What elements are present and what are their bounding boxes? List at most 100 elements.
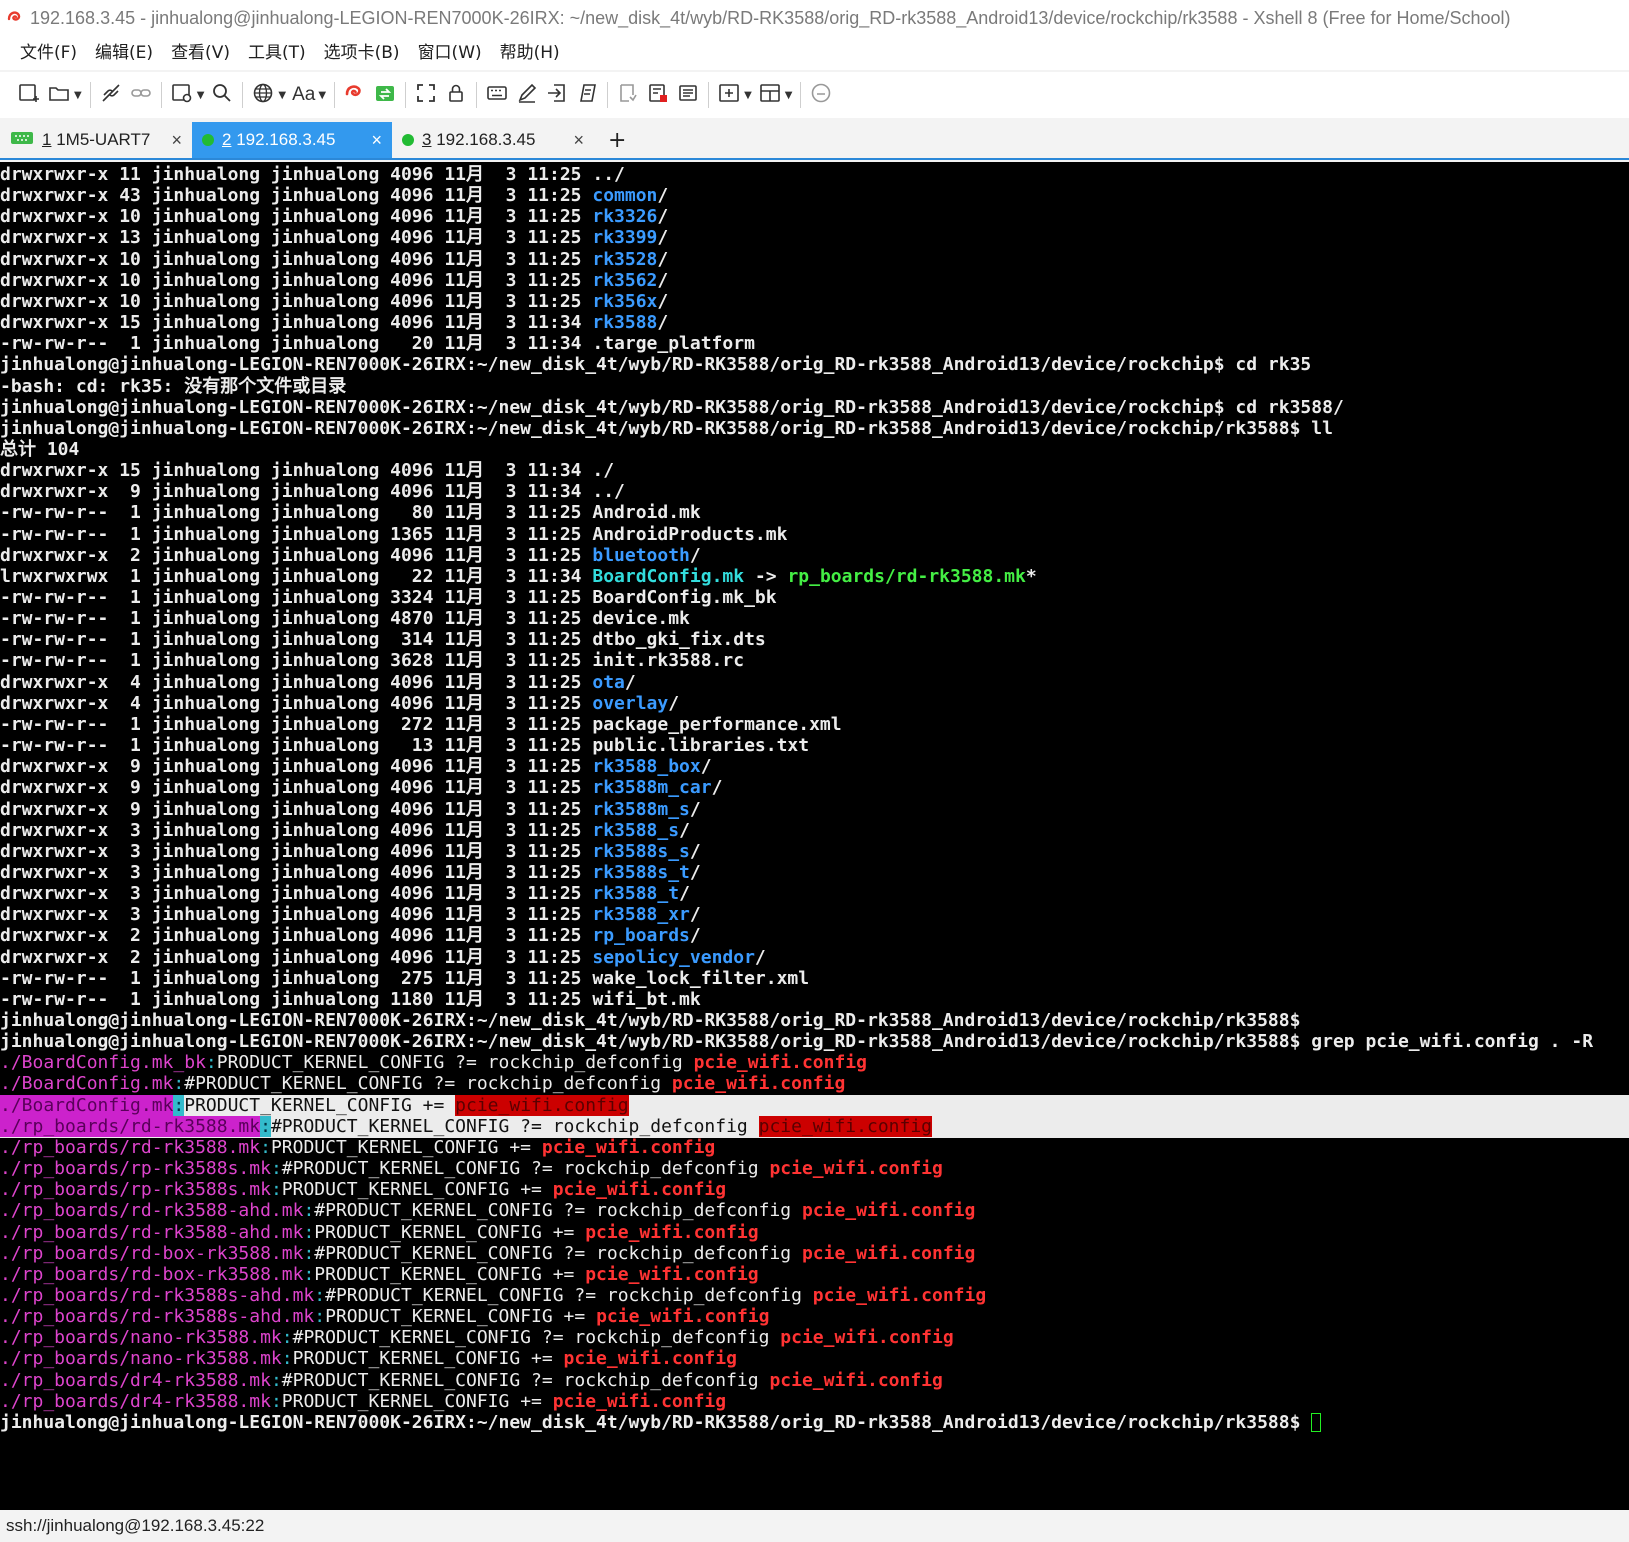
reconnect-button[interactable] — [96, 78, 126, 112]
fullscreen-button[interactable] — [411, 78, 441, 112]
terminal-text: pcie_wifi.config — [769, 1369, 943, 1391]
terminal-line: jinhualong@jinhualong-LEGION-REN7000K-26… — [0, 397, 1629, 419]
terminal-line: drwxrwxr-x 3 jinhualong jinhualong 4096 … — [0, 841, 1629, 863]
send-key-button[interactable] — [542, 78, 572, 112]
terminal-text: jinhualong@jinhualong-LEGION-REN7000K-26… — [0, 396, 1344, 418]
terminal-text: PRODUCT_KERNEL_CONFIG += — [314, 1221, 586, 1243]
terminal-text: pcie_wifi.config — [801, 1242, 976, 1264]
log-button[interactable] — [613, 78, 643, 112]
transfer-button[interactable] — [370, 78, 400, 112]
close-tab-icon[interactable]: × — [359, 130, 382, 151]
add-tab-button[interactable]: + — [594, 122, 640, 158]
terminal-text: -rw-rw-r-- 1 jinhualong jinhualong 314 1… — [0, 629, 766, 651]
font-button[interactable]: Aa ▼ — [289, 78, 329, 112]
terminal-text: pcie_wifi.config — [671, 1073, 846, 1095]
terminal-text: / — [657, 269, 669, 291]
layout-button[interactable]: ▼ — [755, 78, 796, 112]
window-title: 192.168.3.45 - jinhualong@jinhualong-LEG… — [30, 7, 1511, 28]
terminal-text: ./rp_boards/nano-rk3588.mk — [0, 1327, 282, 1349]
open-session-button[interactable]: ▼ — [44, 78, 85, 112]
menu-file[interactable]: 文件(F) — [11, 38, 86, 68]
terminal-line: drwxrwxr-x 9 jinhualong jinhualong 4096 … — [0, 777, 1629, 799]
terminal-text: / — [689, 840, 701, 862]
xshell-logo-icon — [4, 6, 28, 30]
tab-title: 1M5-UART7 — [56, 130, 151, 149]
terminal-line: -rw-rw-r-- 1 jinhualong jinhualong 20 11… — [0, 333, 1629, 355]
menu-window[interactable]: 窗口(W) — [409, 38, 491, 68]
terminal-text: : — [260, 1136, 271, 1158]
encoding-button[interactable]: ▼ — [248, 78, 289, 112]
menu-edit[interactable]: 编辑(E) — [86, 38, 162, 68]
terminal-text: #PRODUCT_KERNEL_CONFIG ?= rockchip_defco… — [325, 1284, 813, 1306]
keyboard-button[interactable] — [482, 78, 512, 112]
menu-bar: 文件(F) 编辑(E) 查看(V) 工具(T) 选项卡(B) 窗口(W) 帮助(… — [0, 36, 1629, 70]
tab-session-3[interactable]: 3 192.168.3.45 × — [392, 122, 594, 158]
terminal-text: #PRODUCT_KERNEL_CONFIG ?= rockchip_defco… — [184, 1073, 672, 1095]
menu-tools[interactable]: 工具(T) — [239, 38, 315, 68]
terminal-line: drwxrwxr-x 9 jinhualong jinhualong 4096 … — [0, 799, 1629, 821]
notes-button[interactable] — [673, 78, 703, 112]
terminal-line: ./rp_boards/rd-rk3588s-ahd.mk:#PRODUCT_K… — [0, 1285, 1629, 1307]
script-button[interactable] — [572, 78, 602, 112]
menu-tab[interactable]: 选项卡(B) — [315, 38, 409, 68]
record-button[interactable] — [643, 78, 673, 112]
new-session-button[interactable] — [14, 78, 44, 112]
tab-title: 192.168.3.45 — [436, 130, 536, 149]
session-manager-button[interactable]: ▼ — [167, 78, 208, 112]
compose-button[interactable] — [512, 78, 542, 112]
toolbar-divider — [800, 82, 802, 108]
terminal-line: 总计 104 — [0, 439, 1629, 461]
terminal-text: jinhualong@jinhualong-LEGION-REN7000K-26… — [0, 417, 1333, 439]
terminal-line: ./rp_boards/nano-rk3588.mk:PRODUCT_KERNE… — [0, 1348, 1629, 1370]
connected-status-icon — [402, 134, 414, 146]
terminal-text: / — [689, 925, 701, 947]
chat-button[interactable] — [806, 78, 836, 112]
terminal-text: pcie_wifi.config — [758, 1115, 932, 1137]
terminal-text: ./rp_boards/dr4-rk3588.mk — [0, 1390, 271, 1412]
terminal-text: pcie_wifi.config — [552, 1179, 727, 1201]
new-tab-group-button[interactable]: ▼ — [714, 78, 755, 112]
xftp-button[interactable] — [340, 78, 370, 112]
terminal-text: ./rp_boards/nano-rk3588.mk — [0, 1348, 282, 1370]
close-tab-icon[interactable]: × — [561, 130, 584, 151]
terminal-line: drwxrwxr-x 9 jinhualong jinhualong 4096 … — [0, 481, 1629, 503]
terminal-text: pcie_wifi.config — [693, 1052, 867, 1074]
terminal-text: rk3326 — [592, 206, 658, 228]
terminal-text: drwxrwxr-x 15 jinhualong jinhualong 4096… — [0, 460, 615, 482]
terminal-text: : — [314, 1306, 326, 1328]
terminal-text: rk3588m_car — [592, 777, 712, 799]
terminal-text: drwxrwxr-x 9 jinhualong jinhualong 4096 … — [0, 798, 593, 820]
terminal-line: ./rp_boards/dr4-rk3588.mk:#PRODUCT_KERNE… — [0, 1370, 1629, 1392]
terminal-text: : — [270, 1390, 282, 1412]
chevron-down-icon: ▼ — [744, 89, 752, 101]
terminal-text: / — [657, 248, 669, 270]
layout-icon — [758, 81, 782, 109]
lock-button[interactable] — [441, 78, 471, 112]
terminal-line: -rw-rw-r-- 1 jinhualong jinhualong 1180 … — [0, 989, 1629, 1011]
close-tab-icon[interactable]: × — [159, 130, 182, 151]
disconnect-button[interactable] — [126, 78, 156, 112]
terminal-output[interactable]: drwxrwxr-x 11 jinhualong jinhualong 4096… — [0, 162, 1629, 1510]
terminal-text: pcie_wifi.config — [801, 1200, 976, 1222]
menu-help[interactable]: 帮助(H) — [491, 38, 569, 68]
terminal-text: drwxrwxr-x 10 jinhualong jinhualong 4096… — [0, 248, 593, 270]
terminal-text: pcie_wifi.config — [541, 1136, 716, 1158]
globe-icon — [251, 81, 275, 109]
terminal-text: ./rp_boards/rd-rk3588s-ahd.mk — [0, 1284, 315, 1306]
terminal-text: pcie_wifi.config — [552, 1390, 727, 1412]
terminal-text: : — [303, 1221, 315, 1243]
menu-view[interactable]: 查看(V) — [162, 38, 239, 68]
terminal-text: pcie_wifi.config — [585, 1263, 759, 1285]
find-button[interactable] — [207, 78, 237, 112]
terminal-text: rk356x — [592, 290, 658, 312]
window-gear-icon — [170, 81, 194, 109]
terminal-text: : — [173, 1094, 185, 1116]
tab-session-2[interactable]: 2 192.168.3.45 × — [192, 122, 392, 158]
terminal-line: drwxrwxr-x 4 jinhualong jinhualong 4096 … — [0, 693, 1629, 715]
terminal-line: ./BoardConfig.mk:PRODUCT_KERNEL_CONFIG +… — [0, 1094, 1629, 1117]
tab-session-1[interactable]: 1 1M5-UART7 × — [0, 122, 192, 158]
terminal-line: drwxrwxr-x 3 jinhualong jinhualong 4096 … — [0, 820, 1629, 842]
chevron-down-icon: ▼ — [278, 89, 287, 101]
terminal-text: -rw-rw-r-- 1 jinhualong jinhualong 275 1… — [0, 967, 810, 989]
terminal-text: drwxrwxr-x 10 jinhualong jinhualong 4096… — [0, 269, 593, 291]
